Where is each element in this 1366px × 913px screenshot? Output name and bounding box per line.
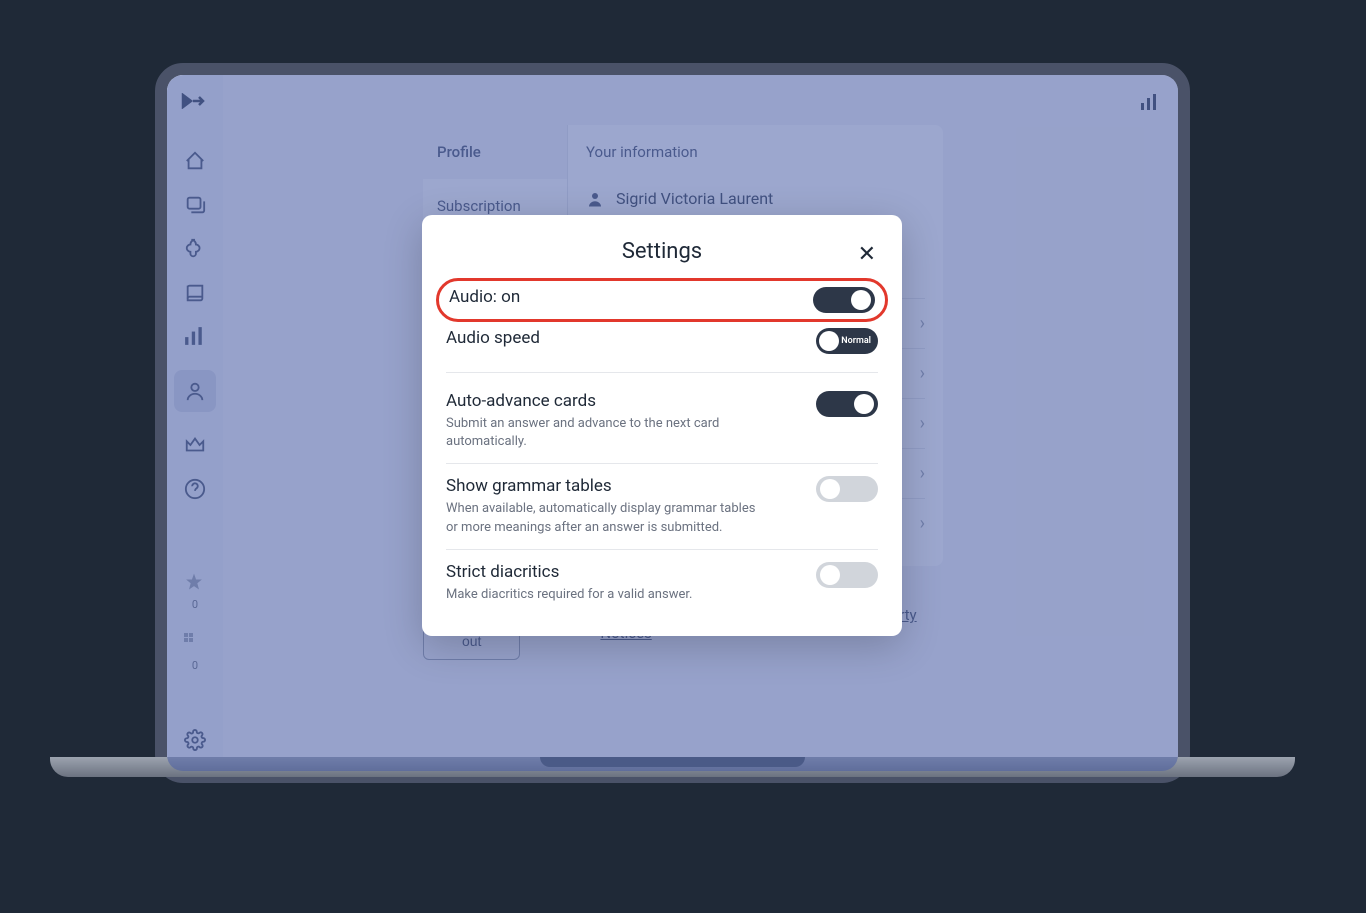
- audio-label: Audio: on: [449, 287, 813, 307]
- audio-speed-toggle[interactable]: Normal: [816, 328, 878, 354]
- setting-audio: Audio: on: [436, 278, 888, 322]
- star-icon[interactable]: [184, 572, 206, 594]
- stats-icon[interactable]: [1140, 93, 1158, 115]
- app-screen: 0 0 Profile Subscription Your informatio…: [167, 75, 1178, 771]
- sidebar-nav: 0 0: [167, 75, 223, 771]
- close-icon[interactable]: ✕: [858, 241, 876, 267]
- chevron-right-icon: ›: [920, 363, 925, 384]
- modal-header: Settings ✕: [422, 239, 902, 278]
- auto-advance-desc: Submit an answer and advance to the next…: [446, 415, 756, 451]
- setting-grammar: Show grammar tables When available, auto…: [446, 464, 878, 549]
- diacritics-label: Strict diacritics: [446, 562, 816, 582]
- audio-toggle[interactable]: [813, 287, 875, 313]
- grammar-desc: When available, automatically display gr…: [446, 500, 756, 536]
- modal-title: Settings: [446, 239, 878, 264]
- chevron-right-icon: ›: [920, 313, 925, 334]
- audio-speed-label: Audio speed: [446, 328, 816, 348]
- grammar-label: Show grammar tables: [446, 476, 816, 496]
- grid-icon[interactable]: [184, 633, 206, 655]
- home-icon[interactable]: [184, 150, 206, 172]
- user-row: Sigrid Victoria Laurent: [586, 179, 925, 218]
- settings-modal: Settings ✕ Audio: on Audio speed: [422, 215, 902, 636]
- user-name-text: Sigrid Victoria Laurent: [616, 189, 773, 208]
- chevron-right-icon: ›: [920, 463, 925, 484]
- setting-diacritics: Strict diacritics Make diacritics requir…: [446, 550, 878, 616]
- chart-icon[interactable]: [184, 326, 206, 348]
- section-title-info: Your information: [586, 143, 925, 161]
- help-icon[interactable]: [184, 478, 206, 500]
- audio-speed-value: Normal: [841, 336, 871, 346]
- toggle-knob: [851, 290, 871, 310]
- laptop-notch: [540, 757, 805, 767]
- toggle-knob: [820, 565, 840, 585]
- star-count: 0: [192, 598, 198, 611]
- modal-body: Audio: on Audio speed Normal: [422, 278, 902, 616]
- auto-advance-toggle[interactable]: [816, 391, 878, 417]
- chevron-right-icon: ›: [920, 513, 925, 534]
- chevron-right-icon: ›: [920, 413, 925, 434]
- grid-count: 0: [192, 659, 198, 672]
- profile-icon[interactable]: [174, 370, 216, 412]
- crown-icon[interactable]: [184, 434, 206, 456]
- cards-icon[interactable]: [184, 194, 206, 216]
- app-logo-icon: [181, 93, 205, 113]
- user-icon: [586, 190, 604, 208]
- diacritics-toggle[interactable]: [816, 562, 878, 588]
- grammar-toggle[interactable]: [816, 476, 878, 502]
- book-icon[interactable]: [184, 282, 206, 304]
- setting-auto-advance: Auto-advance cards Submit an answer and …: [446, 379, 878, 464]
- toggle-knob: [819, 331, 839, 351]
- laptop-device-frame: 0 0 Profile Subscription Your informatio…: [155, 63, 1190, 783]
- settings-gear-icon[interactable]: [184, 729, 206, 751]
- auto-advance-label: Auto-advance cards: [446, 391, 816, 411]
- tab-profile[interactable]: Profile: [423, 125, 567, 179]
- brain-icon[interactable]: [184, 238, 206, 260]
- toggle-knob: [820, 479, 840, 499]
- setting-audio-speed: Audio speed Normal: [446, 324, 878, 366]
- diacritics-desc: Make diacritics required for a valid ans…: [446, 586, 756, 604]
- toggle-knob: [854, 394, 874, 414]
